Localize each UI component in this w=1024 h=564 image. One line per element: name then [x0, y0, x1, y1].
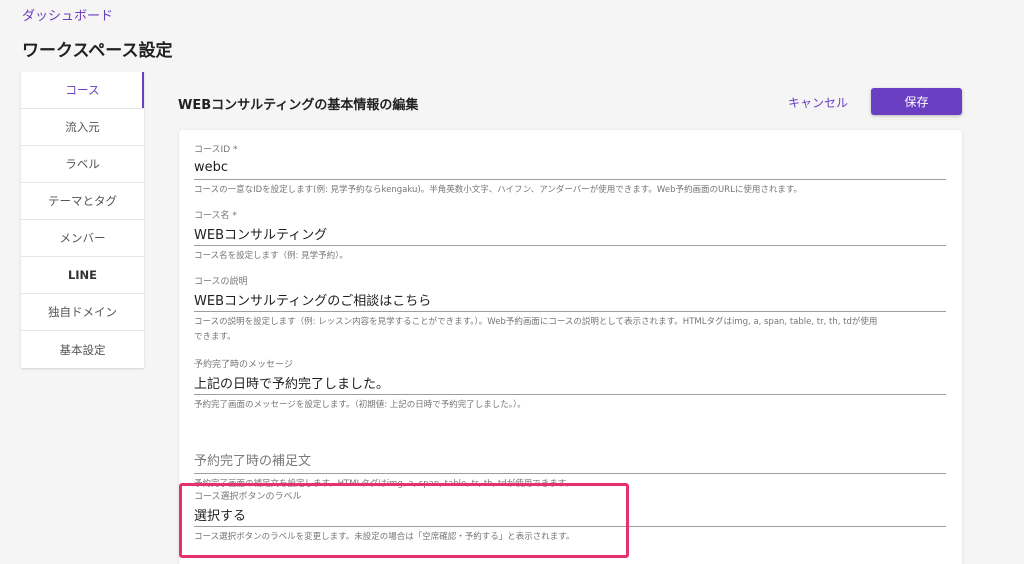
course-name-help: コース名を設定します（例: 見学予約）。 [194, 251, 348, 261]
cancel-button[interactable]: キャンセル [782, 92, 854, 113]
sidebar-item-theme-tags[interactable]: テーマとタグ [21, 183, 144, 220]
section-title: WEBコンサルティングの基本情報の編集 [178, 98, 419, 113]
course-name-input[interactable] [194, 222, 946, 246]
completion-message-field: 予約完了時のメッセージ 予約完了画面のメッセージを設定します。（初期値: 上記の… [194, 359, 946, 413]
course-id-help: コースの一意なIDを設定します(例: 見学予約ならkengaku)。半角英数小文… [194, 185, 802, 195]
completion-message-label: 予約完了時のメッセージ [194, 360, 293, 370]
sidebar-item-basic-settings[interactable]: 基本設定 [21, 331, 144, 368]
sidebar-item-label[interactable]: ラベル [21, 146, 144, 183]
course-description-help-line2: できます。 [194, 332, 236, 342]
completion-message-help: 予約完了画面のメッセージを設定します。（初期値: 上記の日時で予約完了しました。… [194, 400, 526, 410]
sidebar-item-source[interactable]: 流入元 [21, 109, 144, 146]
course-id-label: コースID * [194, 145, 238, 155]
course-description-label: コースの説明 [194, 277, 248, 287]
breadcrumb-dashboard-link[interactable]: ダッシュボード [22, 5, 113, 24]
page-title: ワークスペース設定 [22, 41, 173, 61]
course-id-field: コースID * コースの一意なIDを設定します(例: 見学予約ならkengaku… [194, 144, 946, 198]
course-name-label: コース名 * [194, 211, 237, 221]
course-description-input[interactable] [194, 288, 946, 312]
save-button[interactable]: 保存 [871, 88, 962, 115]
completion-message-input[interactable] [194, 371, 946, 395]
highlight-annotation-box [179, 483, 629, 558]
sidebar-item-course[interactable]: コース [21, 72, 144, 109]
sidebar-item-members[interactable]: メンバー [21, 220, 144, 257]
course-id-input[interactable] [194, 156, 946, 180]
sidebar-item-custom-domain[interactable]: 独自ドメイン [21, 294, 144, 331]
settings-sidebar: コース 流入元 ラベル テーマとタグ メンバー LINE 独自ドメイン 基本設定 [21, 72, 144, 368]
completion-note-input[interactable] [194, 450, 946, 474]
course-name-field: コース名 * コース名を設定します（例: 見学予約）。 [194, 210, 946, 264]
course-description-field: コースの説明 コースの説明を設定します（例: レッスン内容を見学することができま… [194, 276, 946, 345]
sidebar-item-line[interactable]: LINE [21, 257, 144, 294]
course-description-help: コースの説明を設定します（例: レッスン内容を見学することができます。）。Web… [194, 315, 946, 345]
course-description-help-line1: コースの説明を設定します（例: レッスン内容を見学することができます。）。Web… [194, 317, 878, 327]
